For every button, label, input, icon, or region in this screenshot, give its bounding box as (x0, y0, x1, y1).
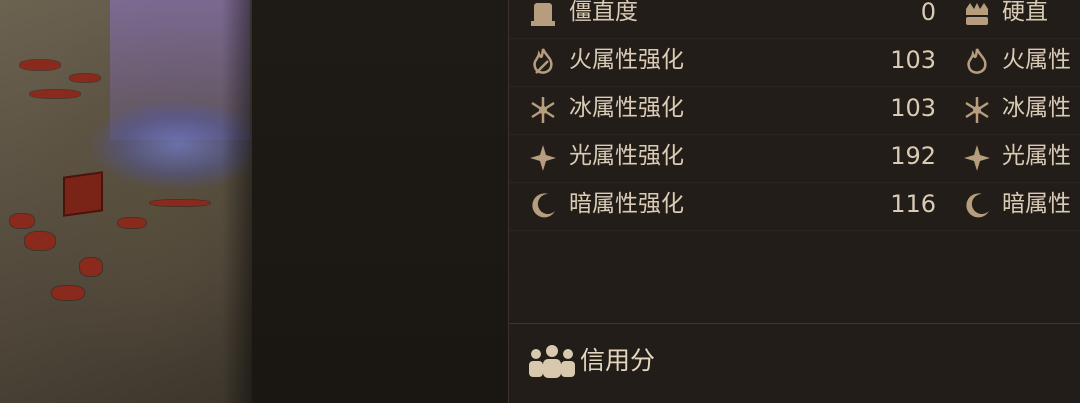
stat-label: 火属性强化 (569, 47, 684, 73)
dark-icon (527, 191, 559, 221)
stat-label: 僵直度 (569, 0, 638, 25)
stat-label-secondary: 冰属性 (1002, 95, 1071, 121)
blood-splat (118, 218, 146, 228)
stat-value: 103 (890, 94, 936, 122)
stiffness-icon (527, 0, 559, 29)
light-icon (961, 143, 993, 173)
stat-row-light: 光属性强化 192 光属性 (509, 134, 1080, 183)
blood-splat (52, 286, 84, 300)
stat-label: 暗属性强化 (569, 191, 684, 217)
empty-dark-area (252, 0, 508, 403)
people-icon (526, 344, 578, 380)
credit-score-label[interactable]: 信用分 (580, 340, 655, 382)
stat-label-secondary: 光属性 (1002, 143, 1071, 169)
hard-stiffness-icon (961, 0, 993, 29)
dark-icon (961, 191, 993, 221)
blood-splat (10, 214, 34, 228)
blood-splat (25, 232, 55, 250)
ice-icon (527, 95, 559, 125)
stat-row-ice: 冰属性强化 103 冰属性 (509, 86, 1080, 135)
blood-splat (70, 74, 100, 82)
stat-label-secondary: 暗属性 (1002, 191, 1071, 217)
stat-label-secondary: 硬直 (1002, 0, 1048, 25)
stat-label-secondary: 火属性 (1002, 47, 1071, 73)
stat-row-stiffness: 僵直度 0 硬直 (509, 0, 1080, 39)
stat-value: 0 (920, 0, 936, 26)
stat-row-fire: 火属性强化 103 火属性 (509, 38, 1080, 87)
stat-value: 103 (890, 46, 936, 74)
stat-row-dark: 暗属性强化 116 暗属性 (509, 182, 1080, 231)
fire-icon (961, 47, 993, 77)
stat-value: 192 (890, 142, 936, 170)
blood-splat (20, 60, 60, 70)
ice-icon (961, 95, 993, 125)
stat-value: 116 (890, 190, 936, 218)
fire-icon (527, 47, 559, 77)
stat-label: 冰属性强化 (569, 95, 684, 121)
scene-shadow (222, 0, 252, 403)
stat-label: 光属性强化 (569, 143, 684, 169)
blood-splat (30, 90, 80, 98)
red-crate (63, 171, 103, 217)
game-scene-background (0, 0, 252, 403)
section-divider (508, 323, 1080, 324)
blood-splat (150, 200, 210, 206)
light-icon (527, 143, 559, 173)
blood-splat (80, 258, 102, 276)
